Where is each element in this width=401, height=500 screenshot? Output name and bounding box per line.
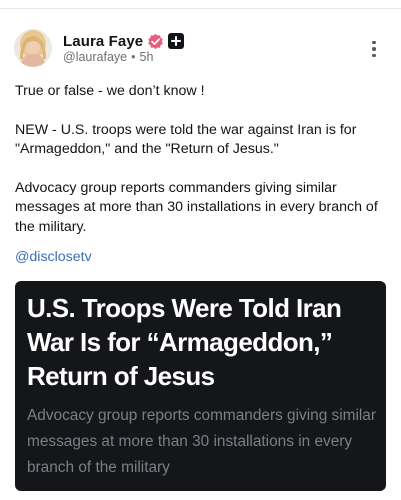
post-body: True or false - we don’t know ! NEW - U.… — [15, 82, 390, 237]
meta-separator: • — [131, 50, 136, 64]
post-paragraph: True or false - we don’t know ! — [15, 83, 205, 99]
verified-badge-icon — [148, 33, 163, 49]
post-paragraph: NEW - U.S. troops were told the war agai… — [15, 121, 357, 158]
avatar[interactable] — [14, 29, 52, 67]
avatar-image — [14, 29, 52, 67]
post: Laura Faye @laurafaye • 5h True or false… — [0, 10, 401, 500]
media-card[interactable]: U.S. Troops Were Told Iran War Is for “A… — [15, 281, 386, 491]
post-paragraph: Advocacy group reports commanders giving… — [15, 179, 378, 235]
top-divider — [0, 0, 401, 9]
author-handle[interactable]: @laurafaye — [63, 50, 127, 64]
author-display-name[interactable]: Laura Faye — [63, 33, 143, 50]
post-timestamp[interactable]: 5h — [140, 50, 154, 64]
mention-link[interactable]: @disclosetv — [15, 248, 92, 267]
author-name-row: Laura Faye — [63, 32, 185, 50]
media-headline: U.S. Troops Were Told Iran War Is for “A… — [27, 293, 342, 391]
more-vertical-icon[interactable] — [364, 38, 384, 60]
author-meta: @laurafaye • 5h — [63, 50, 153, 64]
plus-icon — [168, 33, 185, 49]
media-subheadline: Advocacy group reports commanders giving… — [27, 407, 376, 476]
